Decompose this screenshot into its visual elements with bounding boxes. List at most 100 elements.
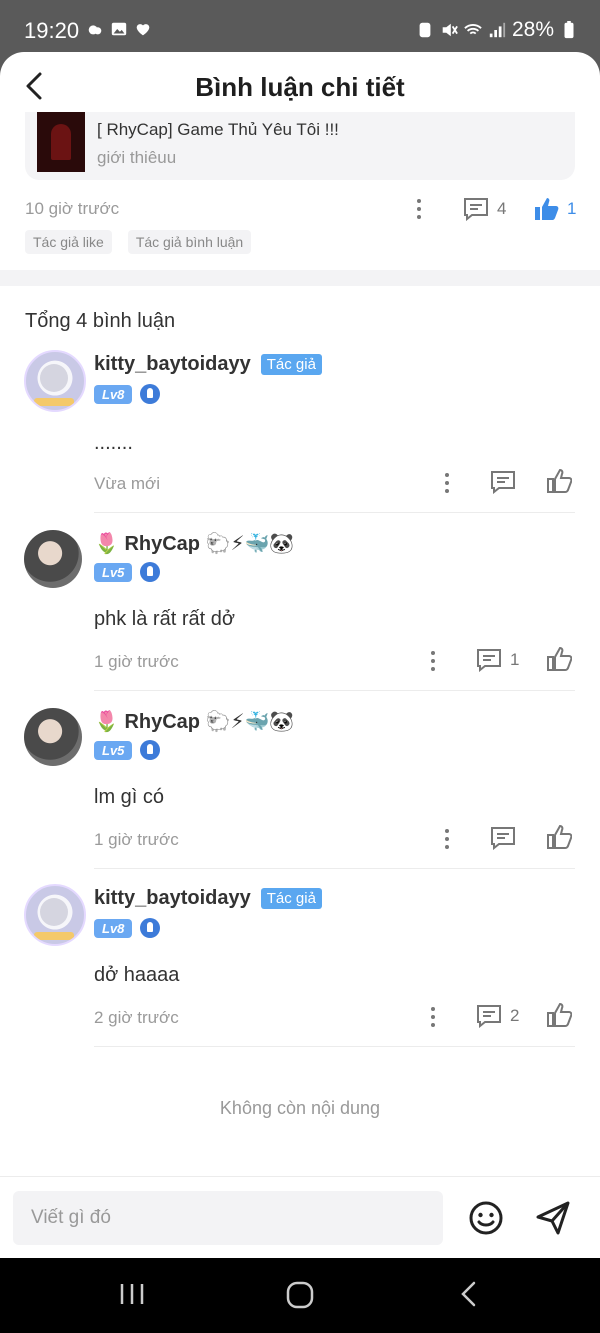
username-text: kitty_baytoidayy <box>94 887 251 909</box>
comment-username[interactable]: kitty_baytoidayy Tác giả <box>94 887 322 910</box>
notification-icons <box>86 20 152 38</box>
like-button[interactable] <box>546 646 572 672</box>
system-nav-bar <box>0 1258 600 1333</box>
post-time: 10 giờ trước <box>25 199 120 218</box>
end-of-content: Không còn nội dung <box>219 1098 381 1118</box>
comment-detail-sheet: Bình luận chi tiết [ RhyCap] Game Thủ Yê… <box>0 52 600 1258</box>
comment-username[interactable]: kitty_baytoidayy Tác giả <box>94 353 322 376</box>
page-title: Bình luận chi tiết <box>195 72 405 102</box>
post-comment-count: 4 <box>497 199 507 218</box>
comment-separator <box>94 868 575 869</box>
comment-icon <box>464 198 488 221</box>
like-button[interactable] <box>546 824 572 850</box>
heart-icon <box>136 24 150 36</box>
thumbs-up-icon <box>547 824 572 849</box>
reply-button[interactable] <box>490 470 516 494</box>
wifi-icon <box>464 24 482 35</box>
comment-time: 2 giờ trước <box>94 1008 179 1027</box>
battery-percent: 28% <box>511 18 554 41</box>
post-title: [ RhyCap] Game Thủ Yêu Tôi !!! <box>97 120 339 139</box>
comments-total: Tổng 4 bình luận <box>25 310 176 332</box>
thumbs-up-icon <box>547 646 572 671</box>
avatar[interactable] <box>24 530 82 588</box>
weather-icon <box>88 25 102 35</box>
home-icon[interactable] <box>285 1280 315 1310</box>
rank-shield-icon <box>140 740 161 760</box>
username-text: 🌷 RhyCap 🐑⚡🐳🐼 <box>94 711 295 733</box>
post-card[interactable]: [ RhyCap] Game Thủ Yêu Tôi !!! giới thiê… <box>25 112 575 180</box>
level-row: Lv8 <box>94 918 161 938</box>
comment-icon <box>477 649 501 672</box>
avatar[interactable] <box>24 350 86 412</box>
tag-author-comment: Tác giả bình luận <box>127 230 252 254</box>
post-subtitle: giới thiêuu <box>97 148 177 167</box>
comment-text: ....... <box>94 432 133 454</box>
post-tags: Tác giả like Tác giả bình luận <box>25 230 252 254</box>
post-comment-button[interactable]: 4 <box>463 197 506 221</box>
reply-count: 2 <box>510 1006 520 1025</box>
comment-input[interactable] <box>13 1191 443 1245</box>
username-text: 🌷 RhyCap 🐑⚡🐳🐼 <box>94 533 295 555</box>
level-badge: Lv8 <box>94 918 133 938</box>
level-row: Lv8 <box>94 384 161 404</box>
reply-button[interactable]: 2 <box>476 1004 519 1028</box>
back-nav-icon[interactable] <box>458 1280 480 1308</box>
author-badge: Tác giả <box>260 888 322 909</box>
reply-button[interactable] <box>490 826 516 850</box>
level-row: Lv5 <box>94 562 161 582</box>
reply-count: 1 <box>510 650 520 669</box>
thumbs-up-icon <box>547 1002 572 1027</box>
nfc-icon <box>419 22 431 38</box>
post-like-button[interactable]: 1 <box>533 197 576 221</box>
tag-author-like: Tác giả like <box>25 230 112 254</box>
rank-shield-icon <box>140 918 161 938</box>
comment-icon <box>491 827 515 850</box>
section-divider <box>0 270 600 286</box>
system-status: 28% <box>416 18 578 42</box>
mute-icon <box>442 23 458 37</box>
send-icon[interactable] <box>534 1199 572 1237</box>
smiley-icon[interactable] <box>468 1200 504 1236</box>
level-badge: Lv5 <box>94 740 133 760</box>
more-vertical-icon[interactable] <box>444 827 450 849</box>
battery-icon <box>564 21 574 39</box>
like-button[interactable] <box>546 468 572 494</box>
more-vertical-icon[interactable] <box>430 649 436 671</box>
status-time: 19:20 <box>24 18 80 43</box>
comment-text: phk là rất rất dở <box>94 608 235 630</box>
more-vertical-icon[interactable] <box>430 1005 436 1027</box>
post-meta: 10 giờ trước 4 1 <box>25 197 576 227</box>
gallery-icon <box>111 22 127 36</box>
more-vertical-icon[interactable] <box>444 471 450 493</box>
recent-apps-icon[interactable] <box>118 1280 146 1308</box>
comment-text: lm gì có <box>94 786 165 808</box>
thumbs-up-icon <box>547 468 572 493</box>
level-badge: Lv8 <box>94 384 133 404</box>
rank-shield-icon <box>140 384 161 404</box>
comment-username[interactable]: 🌷 RhyCap 🐑⚡🐳🐼 <box>94 709 294 734</box>
comment-separator <box>94 690 575 691</box>
thumbs-up-icon <box>535 198 559 220</box>
comment-icon <box>477 1005 501 1028</box>
comment-input-bar <box>0 1176 600 1258</box>
avatar[interactable] <box>24 708 82 766</box>
author-badge: Tác giả <box>260 354 322 375</box>
comment-text: dở haaaa <box>94 964 180 986</box>
rank-shield-icon <box>140 562 161 582</box>
comment-time: 1 giờ trước <box>94 830 179 849</box>
level-row: Lv5 <box>94 740 161 760</box>
avatar[interactable] <box>24 884 86 946</box>
signal-icon <box>489 22 506 38</box>
comment-time: 1 giờ trước <box>94 652 179 671</box>
post-like-count: 1 <box>567 199 577 218</box>
more-vertical-icon[interactable] <box>416 197 422 219</box>
reply-button[interactable]: 1 <box>476 648 519 672</box>
comment-icon <box>491 471 515 494</box>
comment-username[interactable]: 🌷 RhyCap 🐑⚡🐳🐼 <box>94 531 294 556</box>
comment-separator <box>94 512 575 513</box>
comment-separator <box>94 1046 575 1047</box>
post-thumbnail <box>37 112 85 172</box>
like-button[interactable] <box>546 1002 572 1028</box>
username-text: kitty_baytoidayy <box>94 353 251 375</box>
comment-time: Vừa mới <box>94 474 160 493</box>
